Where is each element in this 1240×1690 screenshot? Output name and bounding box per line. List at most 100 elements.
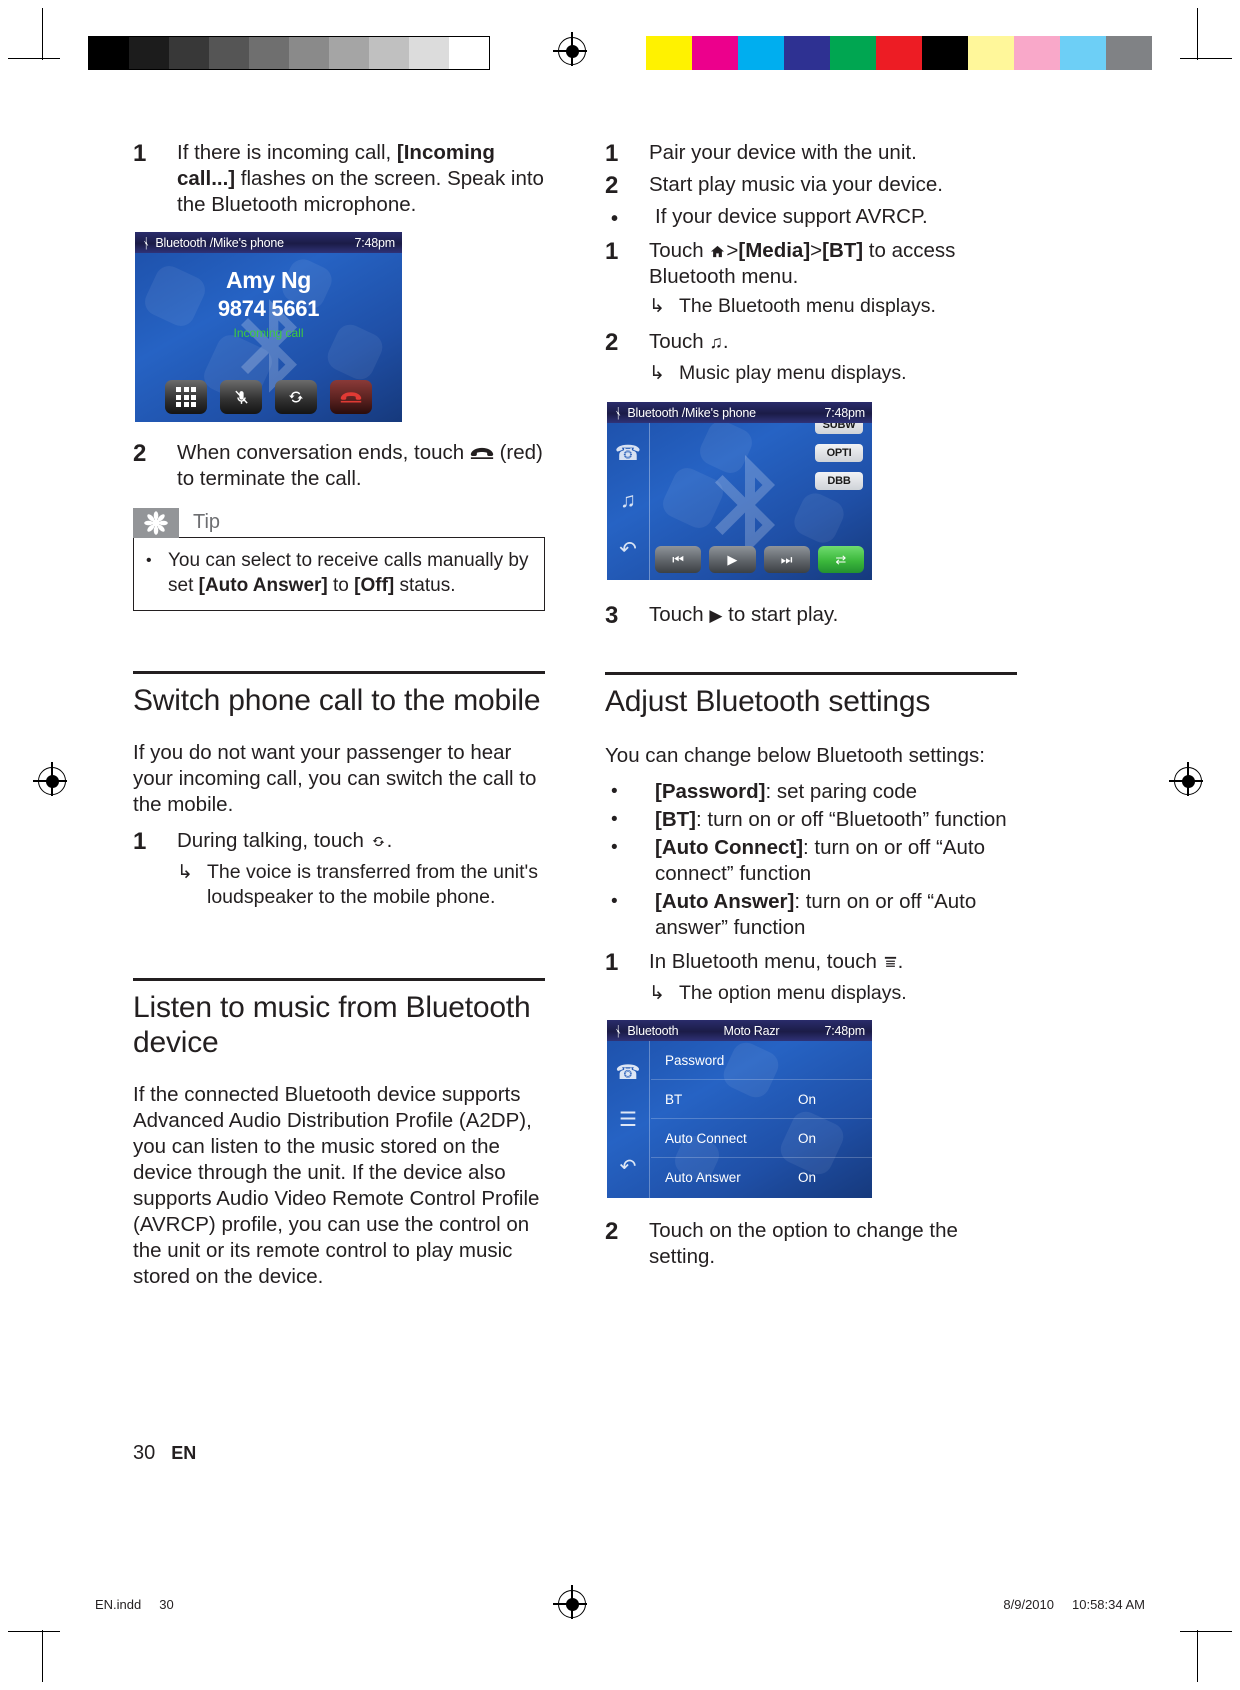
step-number: 2	[133, 440, 147, 467]
page-language: EN	[171, 1443, 197, 1463]
step-text: In Bluetooth menu, touch .	[649, 949, 1017, 977]
call-action-buttons	[135, 380, 402, 414]
end-call-icon	[340, 392, 362, 403]
step-number: 1	[605, 140, 619, 167]
call-screen-statusbar: ᛀ Bluetooth /Mike's phone 7:48pm	[135, 232, 402, 253]
footer-date: 8/9/2010	[1003, 1597, 1054, 1612]
optimization-button[interactable]: OPTI	[815, 444, 863, 462]
phone-icon[interactable]: ☎	[615, 441, 641, 466]
crop-mark-bottom-right-h	[1180, 1631, 1232, 1632]
phone-icon[interactable]: ☎	[616, 1060, 641, 1085]
bluetooth-settings-screen: ᛀ Bluetooth Moto Razr 7:48pm ☎ ☰ ↶ Passw…	[607, 1020, 872, 1198]
step-touch-option: 2 Touch on the option to change the sett…	[605, 1218, 1017, 1270]
step-touch-media-bt: 1 Touch >[Media]>[BT] to access Bluetoot…	[605, 238, 1017, 290]
music-note-icon: ♫	[709, 332, 723, 352]
setting-value: On	[797, 1130, 816, 1146]
step-text-part-b: .	[386, 829, 393, 852]
caller-number: 9874 5661	[217, 296, 320, 321]
next-track-icon: ⏭	[780, 551, 793, 567]
step-text-chevron-2: >	[810, 239, 823, 262]
result-bluetooth-menu: ↳ The Bluetooth menu displays.	[649, 294, 1017, 319]
greyscale-swatch-2	[169, 37, 209, 69]
setting-label: Auto Connect	[665, 1130, 747, 1146]
section-divider	[133, 671, 545, 674]
music-note-icon[interactable]: ♫	[620, 489, 636, 513]
play-icon: ▶	[727, 551, 738, 567]
result-arrow-icon: ↳	[649, 363, 665, 384]
option-name: [BT]	[655, 808, 696, 831]
step-start-play: 2 Start play music via your device.	[605, 172, 1017, 200]
music-screen-statusbar: ᛀ Bluetooth /Mike's phone 7:48pm	[607, 402, 872, 423]
step-text: Pair your device with the unit.	[649, 141, 917, 164]
step-pair-device: 1 Pair your device with the unit.	[605, 140, 1017, 168]
greyscale-swatch-6	[329, 37, 369, 69]
tip-asterisk-icon	[133, 508, 179, 538]
result-text: The option menu displays.	[679, 982, 907, 1004]
call-state-label: Incoming call	[233, 326, 304, 340]
step-text: Start play music via your device.	[649, 173, 943, 196]
list-menu-icon[interactable]: ☰	[619, 1107, 637, 1132]
result-music-play-menu: ↳ Music play menu displays.	[649, 361, 1017, 386]
result-voice-transferred: ↳ The voice is transferred from the unit…	[177, 860, 545, 910]
option-name: [Auto Answer]	[655, 890, 795, 913]
list-item: • [Auto Connect]: turn on or off “Auto c…	[605, 835, 1017, 887]
color-calibration-bar	[646, 36, 1152, 70]
option-name: [Auto Connect]	[655, 836, 804, 859]
asterisk-glyph	[144, 511, 168, 535]
setting-value: On	[797, 1091, 816, 1107]
settings-row-bt[interactable]: BT On	[651, 1080, 872, 1119]
step-number: 2	[605, 329, 619, 356]
crop-mark-bottom-left-h	[8, 1631, 60, 1632]
back-arrow-icon[interactable]: ↶	[620, 1154, 637, 1179]
setting-label: Auto Answer	[665, 1170, 741, 1185]
step-text: Touch ♫.	[649, 329, 1017, 357]
transfer-call-icon	[372, 836, 384, 847]
tip-text-part-c: to	[327, 575, 355, 596]
home-icon	[711, 245, 725, 258]
transfer-call-icon	[289, 391, 303, 403]
statusbar-clock: 7:48pm	[824, 405, 866, 420]
dbb-button[interactable]: DBB	[815, 472, 863, 490]
crop-mark-bottom-left-v	[42, 1630, 43, 1682]
previous-track-button[interactable]: ⏮	[655, 546, 702, 573]
setting-label: Password	[665, 1052, 725, 1068]
list-bullet: •	[611, 809, 618, 830]
transfer-call-button[interactable]	[275, 380, 317, 414]
statusbar-device-name: Moto Razr	[723, 1023, 780, 1038]
greyscale-swatch-8	[409, 37, 449, 69]
section-heading-switch-phone-call: Switch phone call to the mobile	[133, 684, 541, 717]
music-play-screen: ᛀ Bluetooth /Mike's phone 7:48pm ☎ ♫ ↶ S…	[607, 402, 872, 580]
next-track-button[interactable]: ⏭	[763, 546, 810, 573]
settings-row-auto-answer[interactable]: Auto Answer On	[651, 1158, 872, 1197]
step-text-part-a: If there is incoming call,	[177, 141, 397, 164]
play-button[interactable]: ▶	[709, 546, 756, 573]
back-arrow-icon[interactable]: ↶	[619, 537, 637, 562]
tip-header: Tip	[133, 508, 545, 538]
mute-microphone-button[interactable]	[220, 380, 262, 414]
page-number: 30	[133, 1442, 156, 1464]
keypad-button[interactable]	[165, 380, 207, 414]
greyscale-swatch-0	[89, 37, 129, 69]
shuffle-button[interactable]: ⇄	[817, 546, 864, 573]
crop-mark-top-right-v	[1197, 8, 1198, 60]
registration-mark-bottom	[553, 1585, 587, 1619]
music-screen-side-rail: ☎ ♫ ↶	[607, 423, 650, 580]
color-swatch-10	[1106, 36, 1152, 70]
section-heading-adjust-bluetooth-settings: Adjust Bluetooth settings	[605, 685, 931, 718]
end-call-icon	[470, 447, 494, 459]
color-swatch-2	[738, 36, 784, 70]
list-bullet: •	[611, 837, 618, 858]
statusbar-title: Bluetooth /Mike's phone	[155, 235, 284, 250]
tip-text-bold-1: [Auto Answer]	[198, 575, 328, 596]
color-swatch-5	[876, 36, 922, 70]
tip-bullet: •	[146, 552, 152, 569]
settings-row-auto-connect[interactable]: Auto Connect On	[651, 1119, 872, 1158]
settings-row-password[interactable]: Password	[651, 1041, 872, 1080]
color-swatch-0	[646, 36, 692, 70]
end-call-button[interactable]	[330, 380, 372, 414]
step-end-call: 2 When conversation ends, touch (red) to…	[133, 440, 545, 492]
color-swatch-9	[1060, 36, 1106, 70]
step-during-talking: 1 During talking, touch .	[133, 828, 545, 856]
registration-mark-top	[553, 32, 587, 66]
step-avrcp-support: • If your device support AVRCP.	[605, 204, 1017, 234]
